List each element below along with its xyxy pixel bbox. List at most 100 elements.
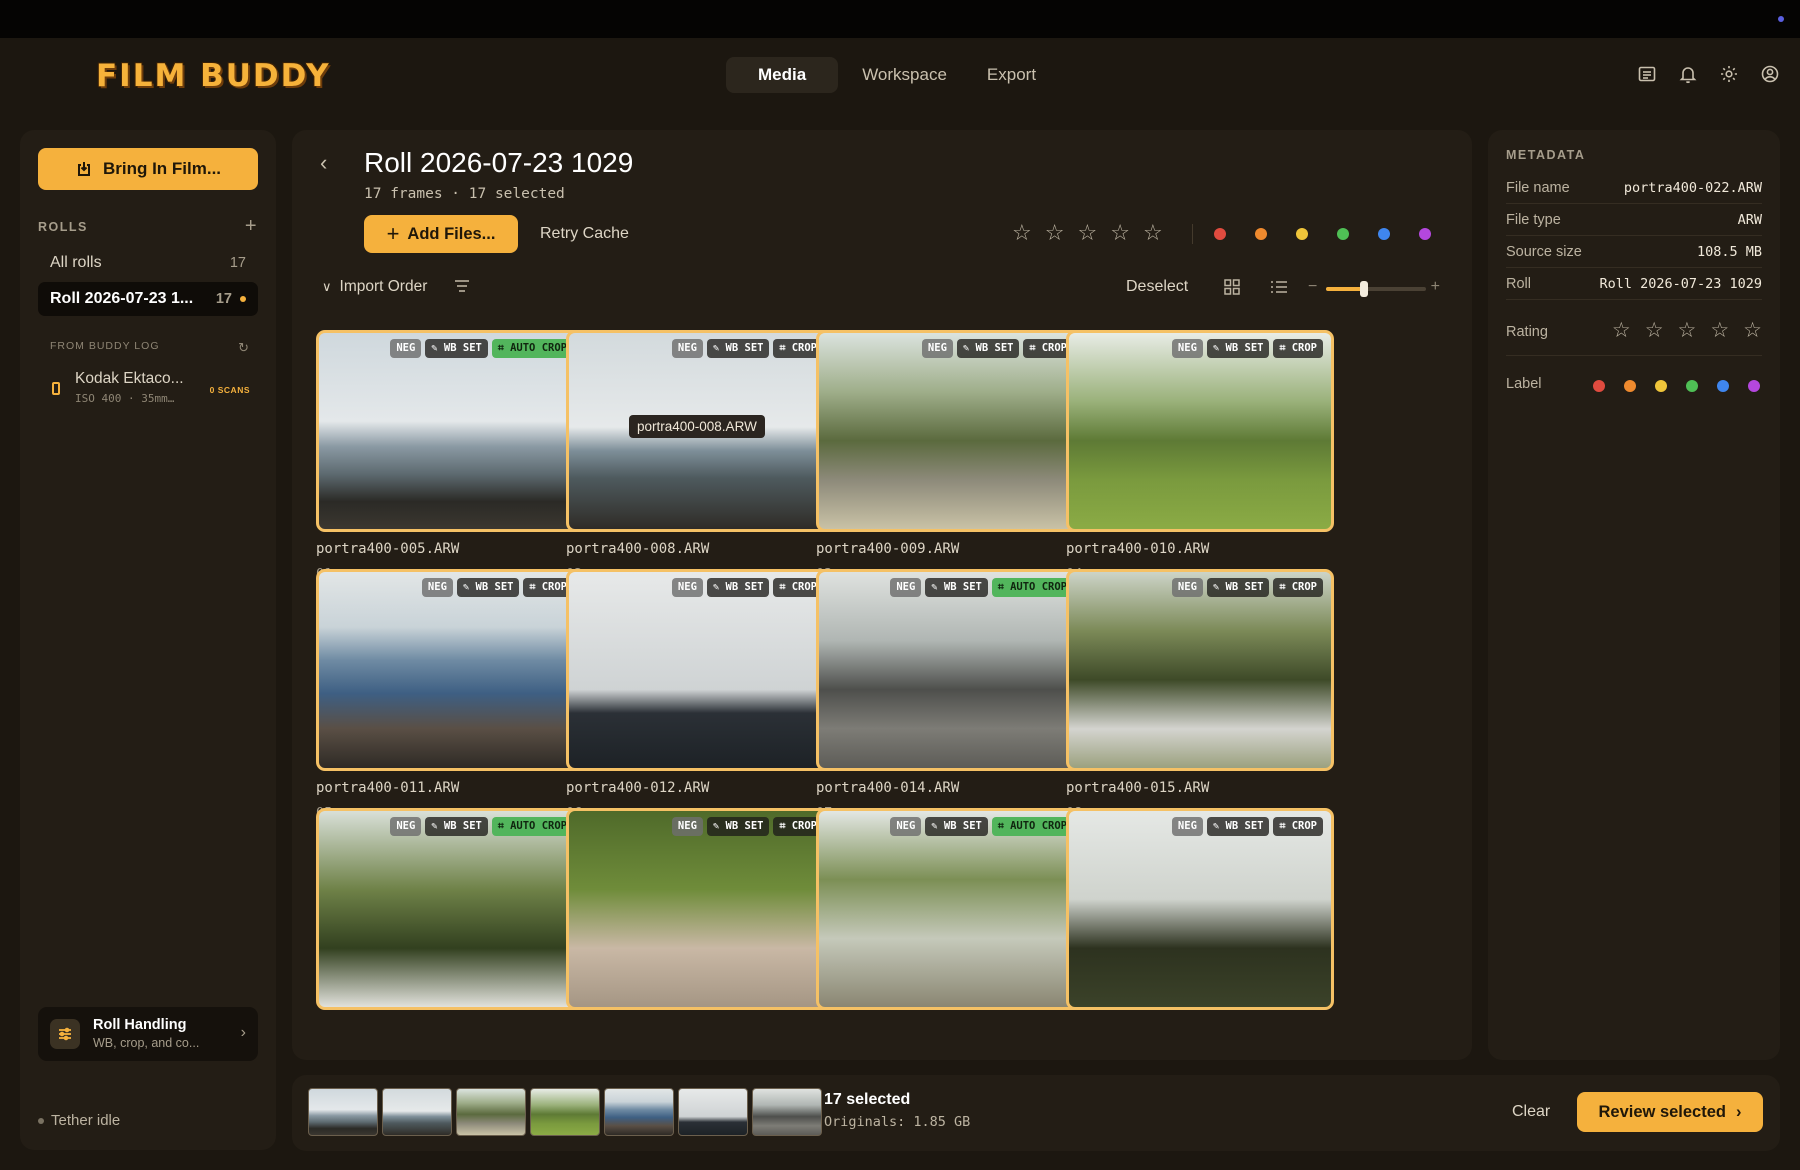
color-label-dot-3[interactable]: [1337, 228, 1349, 240]
star-icon[interactable]: ☆: [1743, 320, 1762, 342]
selection-thumbnail[interactable]: [752, 1088, 822, 1136]
frame-thumbnail[interactable]: NEG ✎ WB SET ⌗ CROP: [1066, 330, 1334, 532]
sliders-icon: [50, 1019, 80, 1049]
clear-button[interactable]: Clear: [1512, 1103, 1550, 1121]
roll-item-all[interactable]: All rolls 17: [38, 246, 258, 280]
frame-tile[interactable]: NEG✎ WB SET⌗ CROPportra400-012.ARW06Conv…: [566, 569, 834, 821]
frame-tile[interactable]: NEG✎ WB SET⌗ AUTO CROPportra400-005.ARW0…: [316, 330, 584, 582]
frame-badges: NEG ✎ WB SET ⌗ CROP: [1171, 817, 1323, 836]
zoom-slider[interactable]: − +: [1308, 278, 1440, 298]
selection-thumbnail[interactable]: [530, 1088, 600, 1136]
deselect-button[interactable]: Deselect: [1126, 278, 1188, 296]
frame-tile[interactable]: NEG✎ WB SET⌗ AUTO CROPportra400-014.ARW0…: [816, 569, 1084, 821]
star-icon[interactable]: ☆: [1110, 222, 1130, 244]
list-view-icon[interactable]: [1270, 279, 1288, 295]
zoom-track[interactable]: [1326, 281, 1426, 297]
frame-thumbnail[interactable]: NEG ✎ WB SET ⌗ AUTO CROP: [316, 330, 584, 532]
buddy-film-item[interactable]: Kodak Ektaco... ISO 400 · 35mm… 0 SCANS: [50, 370, 250, 410]
roll-handling-button[interactable]: Roll Handling WB, crop, and co... ›: [38, 1007, 258, 1061]
frame-thumbnail[interactable]: NEG ✎ WB SET ⌗ CROP portra400-008.ARW: [566, 330, 834, 532]
frame-thumbnail[interactable]: NEG ✎ WB SET ⌗ CROP: [566, 808, 834, 1010]
zoom-thumb[interactable]: [1360, 281, 1368, 297]
selection-thumbnail[interactable]: [456, 1088, 526, 1136]
tab-export[interactable]: Export: [971, 57, 1052, 93]
zoom-in-icon[interactable]: +: [1431, 278, 1440, 296]
rolls-heading-label: ROLLS: [38, 220, 88, 234]
frame-tile[interactable]: NEG✎ WB SET⌗ CROPportra400-015.ARW08Conv…: [1066, 569, 1334, 821]
frame-thumbnail[interactable]: NEG ✎ WB SET ⌗ CROP: [1066, 808, 1334, 1010]
rolls-sidebar: Bring In Film... ROLLS + All rolls 17 Ro…: [20, 130, 276, 1150]
star-icon[interactable]: ☆: [1645, 320, 1664, 342]
bell-icon[interactable]: [1678, 64, 1698, 84]
frame-filename: portra400-005.ARW: [316, 541, 460, 557]
account-icon[interactable]: [1760, 64, 1780, 84]
frame-tile[interactable]: NEG✎ WB SET⌗ CROPportra400-009.ARW03Conv…: [816, 330, 1084, 582]
rolls-heading: ROLLS +: [38, 216, 258, 236]
frame-tile[interactable]: NEG ✎ WB SET ⌗ CROP portra400-008.ARW portra…: [566, 330, 834, 582]
color-label-dot-4[interactable]: [1378, 228, 1390, 240]
zoom-out-icon[interactable]: −: [1308, 278, 1317, 296]
frame-tile[interactable]: NEG ✎ WB SET ⌗ CROP: [566, 808, 834, 1010]
metadata-heading: METADATA: [1506, 148, 1586, 162]
frame-thumbnail[interactable]: NEG ✎ WB SET ⌗ AUTO CROP: [316, 808, 584, 1010]
retry-cache-button[interactable]: Retry Cache: [540, 225, 629, 243]
selection-thumbnail[interactable]: [308, 1088, 378, 1136]
star-icon[interactable]: ☆: [1012, 222, 1032, 244]
auto-crop-badge: ⌗ AUTO CROP: [991, 578, 1073, 597]
log-icon[interactable]: [1637, 64, 1657, 84]
meta-color-label-dot-5[interactable]: [1748, 380, 1760, 392]
tab-workspace[interactable]: Workspace: [844, 57, 965, 93]
frame-thumbnail[interactable]: NEG ✎ WB SET ⌗ CROP: [816, 330, 1084, 532]
color-label-dot-5[interactable]: [1419, 228, 1431, 240]
add-files-button[interactable]: + Add Files...: [364, 215, 518, 253]
review-selected-button[interactable]: Review selected ›: [1577, 1092, 1763, 1132]
frame-thumbnail[interactable]: NEG ✎ WB SET ⌗ AUTO CROP: [816, 808, 1084, 1010]
gear-icon[interactable]: [1719, 64, 1739, 84]
frame-thumbnail[interactable]: NEG ✎ WB SET ⌗ CROP: [1066, 569, 1334, 771]
meta-label: File type: [1506, 211, 1561, 228]
star-icon[interactable]: ☆: [1077, 222, 1097, 244]
rating-filter: ☆ ☆ ☆ ☆ ☆: [1012, 222, 1163, 244]
color-label-dot-0[interactable]: [1214, 228, 1226, 240]
meta-color-label-dot-1[interactable]: [1624, 380, 1636, 392]
sort-icon[interactable]: [454, 279, 470, 293]
star-icon[interactable]: ☆: [1143, 222, 1163, 244]
meta-color-label-dot-3[interactable]: [1686, 380, 1698, 392]
tab-media[interactable]: Media: [726, 57, 839, 93]
tether-label: Tether idle: [51, 1112, 121, 1129]
selection-thumbnail[interactable]: [382, 1088, 452, 1136]
selection-thumbnail[interactable]: [678, 1088, 748, 1136]
frame-badges: NEG ✎ WB SET ⌗ CROP: [1171, 578, 1323, 597]
frame-thumbnail[interactable]: NEG ✎ WB SET ⌗ AUTO CROP: [816, 569, 1084, 771]
meta-row-roll: Roll Roll 2026-07-23 1029: [1506, 268, 1762, 300]
frame-thumbnail[interactable]: NEG ✎ WB SET ⌗ CROP: [316, 569, 584, 771]
frame-tile[interactable]: NEG ✎ WB SET ⌗ AUTO CROP: [316, 808, 584, 1010]
import-order-dropdown[interactable]: ∨ Import Order: [322, 278, 427, 296]
star-icon[interactable]: ☆: [1710, 320, 1729, 342]
grid-view-icon[interactable]: [1224, 279, 1240, 295]
star-icon[interactable]: ☆: [1678, 320, 1697, 342]
frame-badges: NEG ✎ WB SET ⌗ AUTO CROP: [390, 339, 573, 358]
refresh-icon[interactable]: ↻: [238, 340, 250, 356]
frame-tile[interactable]: NEG ✎ WB SET ⌗ AUTO CROP: [816, 808, 1084, 1010]
neg-badge: NEG: [421, 578, 453, 597]
selection-thumbnail[interactable]: [604, 1088, 674, 1136]
neg-badge: NEG: [671, 339, 703, 358]
frame-tile[interactable]: NEG ✎ WB SET ⌗ CROP: [1066, 808, 1334, 1010]
meta-color-label-dot-0[interactable]: [1593, 380, 1605, 392]
frame-tile[interactable]: NEG✎ WB SET⌗ CROPportra400-010.ARW04Conv…: [1066, 330, 1334, 582]
roll-item-current[interactable]: Roll 2026-07-23 1... 17: [38, 282, 258, 316]
back-chevron-icon[interactable]: ‹: [320, 150, 327, 176]
star-icon[interactable]: ☆: [1612, 320, 1631, 342]
add-roll-icon[interactable]: +: [245, 216, 258, 236]
frame-tile[interactable]: NEG✎ WB SET⌗ CROPportra400-011.ARW05Conv…: [316, 569, 584, 821]
color-label-dot-1[interactable]: [1255, 228, 1267, 240]
meta-color-label-dot-2[interactable]: [1655, 380, 1667, 392]
meta-value: Roll 2026-07-23 1029: [1599, 275, 1762, 292]
frame-thumbnail[interactable]: NEG ✎ WB SET ⌗ CROP: [566, 569, 834, 771]
buddy-log-heading: FROM BUDDY LOG ↻: [50, 340, 250, 356]
bring-in-film-button[interactable]: Bring In Film...: [38, 148, 258, 190]
meta-color-label-dot-4[interactable]: [1717, 380, 1729, 392]
star-icon[interactable]: ☆: [1045, 222, 1065, 244]
color-label-dot-2[interactable]: [1296, 228, 1308, 240]
